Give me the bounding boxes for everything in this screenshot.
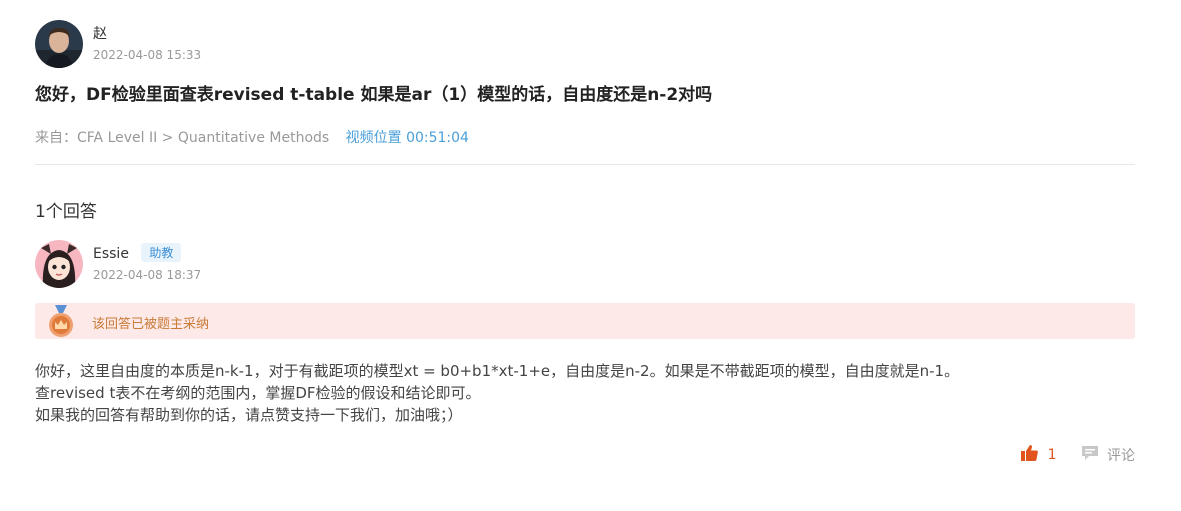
answer-line: 你好，这里自由度的本质是n-k-1，对于有截距项的模型xt = b0+b1*xt…	[35, 362, 960, 380]
medal-icon	[45, 305, 77, 339]
video-position-link[interactable]: 视频位置 00:51:04	[346, 130, 469, 146]
answer-line: 查revised t表不在考纲的范围内，掌握DF检验的假设和结论即可。	[35, 384, 481, 402]
answer-actions: 1 评论	[1001, 445, 1135, 465]
comment-icon	[1081, 445, 1099, 465]
answer-timestamp: 2022-04-08 18:37	[93, 268, 202, 282]
divider	[35, 164, 1135, 165]
question-author-avatar[interactable]	[35, 20, 83, 68]
question-header: 赵 2022-04-08 15:33	[35, 20, 635, 68]
thumbs-up-icon	[1020, 445, 1038, 465]
answer-header: Essie 助教 2022-04-08 18:37	[35, 240, 635, 288]
answer-line: 如果我的回答有帮助到你的话，请点赞支持一下我们，加油哦；）	[35, 406, 463, 424]
answer-author-avatar[interactable]	[35, 240, 83, 288]
comment-button[interactable]: 评论	[1081, 445, 1135, 465]
answer-author-name[interactable]: Essie	[93, 246, 129, 262]
answer-author: Essie 助教	[93, 243, 182, 262]
answer-body: 你好，这里自由度的本质是n-k-1，对于有截距项的模型xt = b0+b1*xt…	[35, 360, 1135, 426]
answers-count: 1个回答	[35, 202, 97, 222]
like-button[interactable]: 1	[1020, 445, 1057, 465]
question-title: 您好，DF检验里面查表revised t-table 如果是ar（1）模型的话，…	[35, 85, 713, 105]
question-source[interactable]: 来自：CFA Level II > Quantitative Methods	[35, 130, 329, 146]
like-count: 1	[1047, 447, 1057, 463]
accepted-text: 该回答已被题主采纳	[92, 317, 210, 332]
question-meta: 来自：CFA Level II > Quantitative Methods 视…	[35, 127, 469, 147]
question-timestamp: 2022-04-08 15:33	[93, 48, 202, 62]
accepted-banner: 该回答已被题主采纳	[35, 303, 1135, 339]
role-badge: 助教	[141, 243, 182, 262]
question-author-name[interactable]: 赵	[93, 23, 107, 43]
comment-label: 评论	[1107, 448, 1135, 464]
